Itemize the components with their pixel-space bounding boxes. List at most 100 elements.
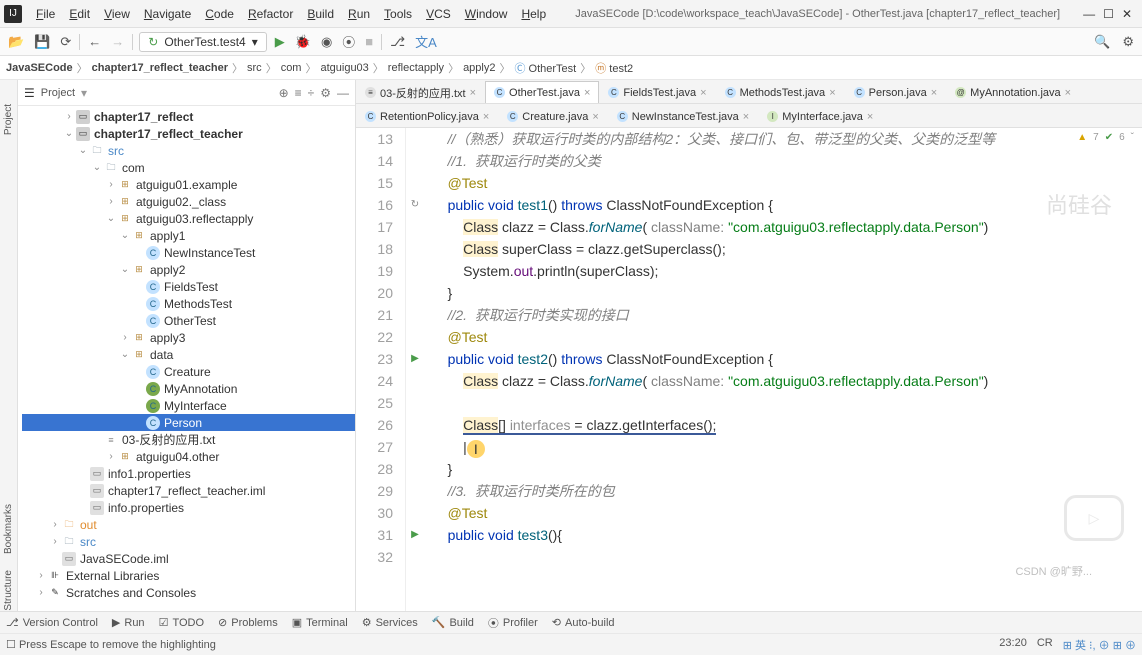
breadcrumb-item[interactable]: reflectapply [388, 62, 444, 74]
menu-build[interactable]: Build [301, 5, 340, 23]
menu-code[interactable]: Code [199, 5, 240, 23]
menu-vcs[interactable]: VCS [420, 5, 457, 23]
menu-navigate[interactable]: Navigate [138, 5, 197, 23]
open-icon[interactable]: 📂 [6, 32, 26, 52]
left-tab-bookmarks[interactable]: Bookmarks [3, 504, 14, 554]
settings-icon[interactable]: ⚙ [1120, 32, 1136, 52]
tab-close-icon[interactable]: × [584, 87, 590, 99]
menu-tools[interactable]: Tools [378, 5, 418, 23]
editor-tab[interactable]: CMethodsTest.java× [716, 81, 845, 103]
project-tree[interactable]: ›▭chapter17_reflect⌄▭chapter17_reflect_t… [18, 106, 355, 611]
tab-close-icon[interactable]: × [829, 87, 835, 99]
tree-node[interactable]: ›🗀out [22, 516, 355, 533]
editor-tab[interactable]: IMyInterface.java× [758, 105, 882, 127]
tab-close-icon[interactable]: × [743, 111, 749, 123]
breadcrumb-item[interactable]: JavaSECode [6, 62, 73, 74]
tree-node[interactable]: ›⊪External Libraries [22, 567, 355, 584]
tab-close-icon[interactable]: × [592, 111, 598, 123]
editor-tab[interactable]: ≡03-反射的应用.txt× [356, 81, 485, 103]
editor-tab[interactable]: @MyAnnotation.java× [946, 81, 1080, 103]
tool-run[interactable]: ▶Run [112, 616, 145, 629]
tree-node[interactable]: CMethodsTest [22, 295, 355, 312]
tool-profiler[interactable]: ⦿Profiler [488, 615, 538, 631]
tree-node[interactable]: ›▭chapter17_reflect [22, 108, 355, 125]
maximize-icon[interactable]: ☐ [1103, 7, 1114, 21]
search-icon[interactable]: 🔍 [1092, 32, 1112, 52]
code-editor[interactable]: 1314151617181920212223242526272829303132… [356, 128, 1142, 611]
tool-services[interactable]: ⚙Services [362, 616, 418, 629]
tree-node[interactable]: ▭JavaSECode.iml [22, 550, 355, 567]
minimize-icon[interactable]: — [1083, 7, 1095, 21]
menu-help[interactable]: Help [515, 5, 552, 23]
tree-node[interactable]: CFieldsTest [22, 278, 355, 295]
tree-node[interactable]: COtherTest [22, 312, 355, 329]
tab-close-icon[interactable]: × [483, 111, 489, 123]
tree-node[interactable]: ▭info.properties [22, 499, 355, 516]
menu-edit[interactable]: Edit [63, 5, 96, 23]
tree-node[interactable]: ⌄🗀com [22, 159, 355, 176]
tree-node[interactable]: ▭info1.properties [22, 465, 355, 482]
editor-tab[interactable]: CCreature.java× [498, 105, 607, 127]
git-icon[interactable]: ⎇ [388, 32, 407, 52]
left-tab-project[interactable]: Project [3, 104, 14, 135]
editor-tab[interactable]: CNewInstanceTest.java× [608, 105, 758, 127]
hide-icon[interactable]: — [337, 86, 349, 100]
breadcrumb-item[interactable]: Ⓒ OtherTest [514, 60, 576, 76]
tool-terminal[interactable]: ▣Terminal [292, 616, 348, 629]
tab-close-icon[interactable]: × [867, 111, 873, 123]
tree-node[interactable]: ⌄⊞atguigu03.reflectapply [22, 210, 355, 227]
tree-node[interactable]: CMyInterface [22, 397, 355, 414]
menu-view[interactable]: View [98, 5, 136, 23]
editor-tab[interactable]: COtherTest.java× [485, 81, 599, 103]
tab-close-icon[interactable]: × [1065, 87, 1071, 99]
coverage-icon[interactable]: ◉ [319, 32, 334, 52]
tree-node[interactable]: ›⊞atguigu02._class [22, 193, 355, 210]
tree-node[interactable]: ▭chapter17_reflect_teacher.iml [22, 482, 355, 499]
tree-node[interactable]: CCreature [22, 363, 355, 380]
close-icon[interactable]: ✕ [1122, 7, 1132, 21]
breadcrumb-item[interactable]: chapter17_reflect_teacher [92, 62, 228, 74]
tree-node[interactable]: ≡03-反射的应用.txt [22, 431, 355, 448]
tool-build[interactable]: 🔨Build [432, 616, 474, 629]
tree-node[interactable]: ›⊞atguigu04.other [22, 448, 355, 465]
tree-node[interactable]: ›⊞apply3 [22, 329, 355, 346]
editor-tab[interactable]: CPerson.java× [845, 81, 947, 103]
tool-version-control[interactable]: ⎇Version Control [6, 616, 98, 629]
tab-close-icon[interactable]: × [700, 87, 706, 99]
back-icon[interactable]: ← [86, 32, 103, 51]
breadcrumb-item[interactable]: com [281, 62, 302, 74]
tool-problems[interactable]: ⊘Problems [218, 616, 278, 629]
select-file-icon[interactable]: ⊕ [279, 86, 289, 100]
tree-node[interactable]: ⌄🗀src [22, 142, 355, 159]
tree-node[interactable]: ›🗀src [22, 533, 355, 550]
tree-node[interactable]: ⌄▭chapter17_reflect_teacher [22, 125, 355, 142]
editor-tab[interactable]: CRetentionPolicy.java× [356, 105, 498, 127]
stop-icon[interactable]: ■ [363, 32, 375, 51]
debug-icon[interactable]: 🐞 [293, 32, 313, 52]
profile-icon[interactable]: ⦿ [340, 30, 357, 53]
tab-close-icon[interactable]: × [931, 87, 937, 99]
code-body[interactable]: //（熟悉）获取运行时类的内部结构2：父类、接口们、包、带泛型的父类、父类的泛型… [424, 128, 1142, 611]
tree-node[interactable]: CMyAnnotation [22, 380, 355, 397]
refresh-icon[interactable]: ⟳ [58, 32, 73, 52]
line-sep[interactable]: CR [1037, 637, 1053, 653]
tree-node[interactable]: CPerson [22, 414, 355, 431]
left-tab-structure[interactable]: Structure [3, 570, 14, 611]
tree-node[interactable]: ⌄⊞data [22, 346, 355, 363]
run-config-select[interactable]: ↻ OtherTest.test4 ▾ [139, 32, 266, 52]
menu-run[interactable]: Run [342, 5, 376, 23]
tab-close-icon[interactable]: × [470, 87, 476, 99]
save-icon[interactable]: 💾 [32, 32, 52, 52]
caret-position[interactable]: 23:20 [999, 637, 1027, 653]
expand-icon[interactable]: ≡ [295, 86, 302, 100]
editor-tab[interactable]: CFieldsTest.java× [599, 81, 715, 103]
menu-file[interactable]: File [30, 5, 61, 23]
window-controls[interactable]: — ☐ ✕ [1083, 7, 1138, 21]
tool-todo[interactable]: ☑TODO [159, 616, 204, 629]
tool-auto-build[interactable]: ⟲Auto-build [552, 616, 615, 629]
gear-icon[interactable]: ⚙ [320, 86, 331, 100]
chevron-icon[interactable]: ˇ [1131, 132, 1134, 143]
breadcrumb-item[interactable]: atguigu03 [320, 62, 368, 74]
menu-window[interactable]: Window [459, 5, 514, 23]
breadcrumb-item[interactable]: apply2 [463, 62, 495, 74]
